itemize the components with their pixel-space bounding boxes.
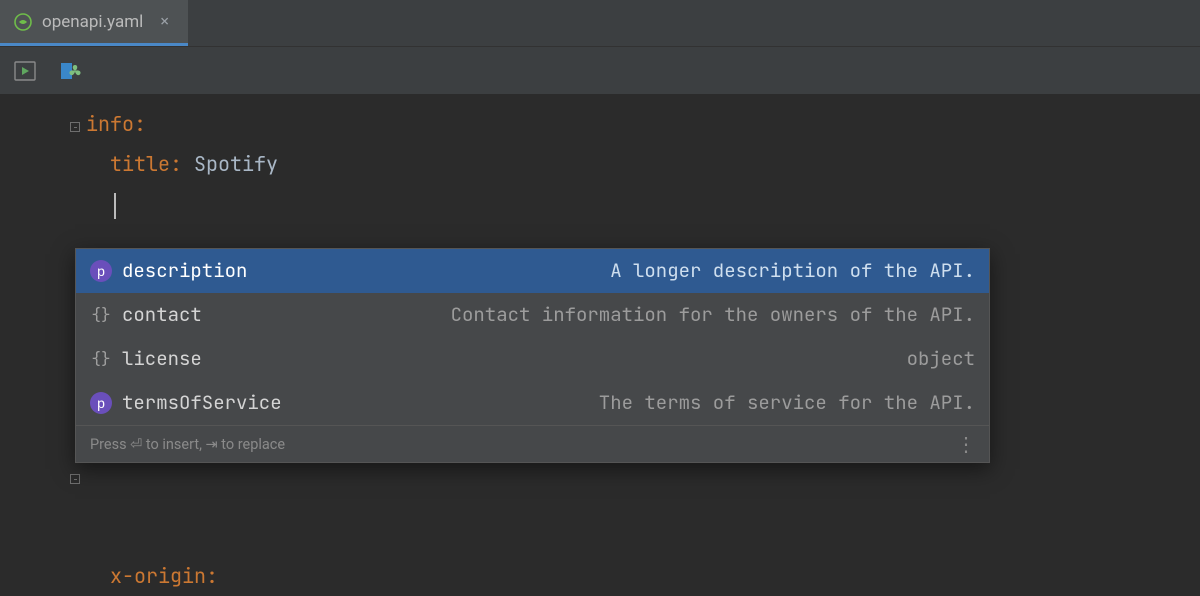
code-completion-popup: p description A longer description of the … bbox=[75, 248, 990, 463]
completion-item[interactable]: p termsOfService The terms of service for … bbox=[76, 381, 989, 425]
completion-item-label: license bbox=[122, 343, 202, 375]
completion-item[interactable]: {} license object bbox=[76, 337, 989, 381]
completion-item[interactable]: p description A longer description of the … bbox=[76, 249, 989, 293]
text-caret bbox=[114, 193, 116, 219]
editor-tab[interactable]: openapi.yaml × bbox=[0, 0, 188, 46]
tab-bar: openapi.yaml × bbox=[0, 0, 1200, 46]
code-line: info: bbox=[86, 104, 1200, 144]
property-kind-icon: p bbox=[90, 392, 112, 414]
fan-icon[interactable] bbox=[60, 60, 82, 82]
code-line: x-origin: bbox=[110, 556, 218, 596]
object-kind-icon: {} bbox=[90, 348, 112, 370]
fold-handle-icon[interactable] bbox=[70, 474, 80, 484]
object-kind-icon: {} bbox=[90, 304, 112, 326]
completion-footer: Press ⏎ to insert, ⇥ to replace ⋮ bbox=[76, 425, 989, 462]
completion-item-hint: object bbox=[907, 343, 975, 375]
editor-toolbar bbox=[0, 46, 1200, 94]
code-line: title: Spotify bbox=[86, 144, 1200, 184]
completion-item-hint: A longer description of the API. bbox=[610, 255, 975, 287]
openapi-file-icon bbox=[14, 13, 32, 31]
yaml-key: info bbox=[86, 111, 134, 137]
completion-item-label: contact bbox=[122, 299, 202, 331]
property-kind-icon: p bbox=[90, 260, 112, 282]
completion-item-label: termsOfService bbox=[122, 387, 282, 419]
completion-item-hint: Contact information for the owners of th… bbox=[451, 299, 975, 331]
completion-item[interactable]: {} contact Contact information for the own… bbox=[76, 293, 989, 337]
gutter bbox=[0, 94, 80, 500]
fold-handle-icon[interactable] bbox=[70, 122, 80, 132]
run-icon[interactable] bbox=[14, 60, 36, 82]
yaml-value: Spotify bbox=[194, 151, 278, 177]
tab-close-icon[interactable]: × bbox=[159, 10, 170, 33]
yaml-key: x-origin bbox=[110, 563, 206, 589]
completion-item-label: description bbox=[122, 255, 247, 287]
tab-filename: openapi.yaml bbox=[42, 12, 143, 32]
more-options-icon[interactable]: ⋮ bbox=[956, 432, 975, 456]
yaml-key: title bbox=[110, 151, 170, 177]
completion-footer-hint: Press ⏎ to insert, ⇥ to replace bbox=[90, 436, 285, 453]
code-line-caret bbox=[86, 184, 1200, 224]
completion-item-hint: The terms of service for the API. bbox=[599, 387, 975, 419]
